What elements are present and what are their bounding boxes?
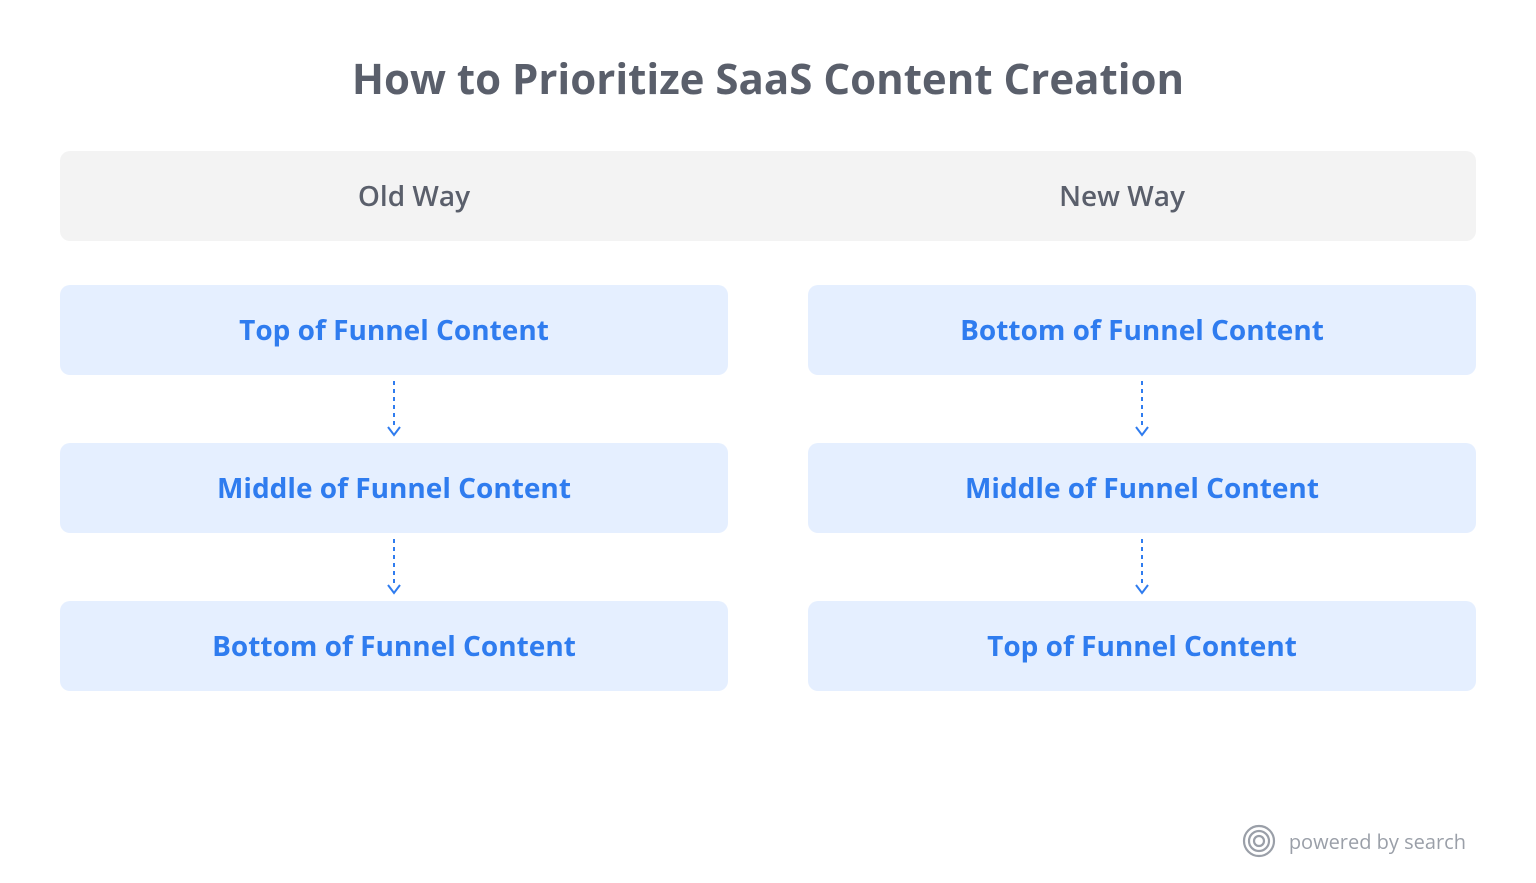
old-step-3: Bottom of Funnel Content xyxy=(60,601,728,691)
column-old: Top of Funnel Content Middle of Funnel C… xyxy=(60,285,728,691)
spiral-logo-icon xyxy=(1241,823,1277,859)
arrow-down-icon xyxy=(1134,375,1150,443)
columns-header: Old Way New Way xyxy=(60,151,1476,241)
page-title: How to Prioritize SaaS Content Creation xyxy=(60,50,1476,107)
footer: powered by search xyxy=(60,823,1476,863)
new-step-3: Top of Funnel Content xyxy=(808,601,1476,691)
old-step-2: Middle of Funnel Content xyxy=(60,443,728,533)
new-step-2: Middle of Funnel Content xyxy=(808,443,1476,533)
footer-brand: powered by search xyxy=(1289,828,1466,855)
new-step-1: Bottom of Funnel Content xyxy=(808,285,1476,375)
column-header-old: Old Way xyxy=(60,177,768,215)
arrow-down-icon xyxy=(386,375,402,443)
arrow-down-icon xyxy=(386,533,402,601)
columns: Top of Funnel Content Middle of Funnel C… xyxy=(60,285,1476,691)
column-new: Bottom of Funnel Content Middle of Funne… xyxy=(808,285,1476,691)
arrow-down-icon xyxy=(1134,533,1150,601)
column-header-new: New Way xyxy=(768,177,1476,215)
old-step-1: Top of Funnel Content xyxy=(60,285,728,375)
